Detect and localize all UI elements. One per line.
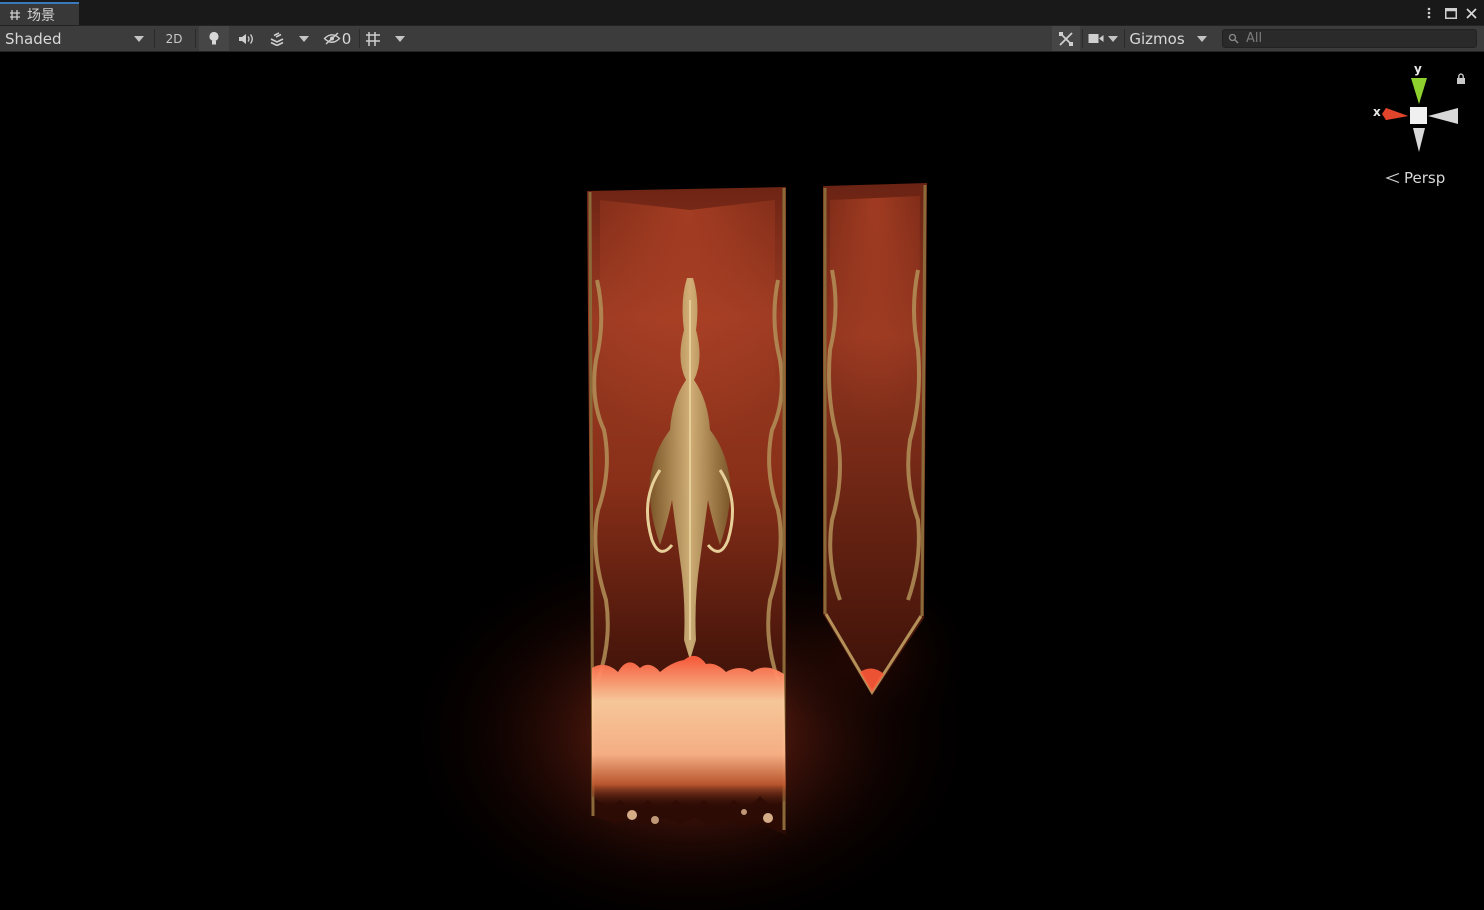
lightbulb-icon <box>209 31 219 45</box>
draw-mode-label: Shaded <box>5 29 62 48</box>
orientation-gizmo-graphic <box>1382 78 1458 152</box>
maximize-icon[interactable] <box>1443 4 1459 22</box>
projection-toggle[interactable]: Persp <box>1385 169 1445 187</box>
draw-mode-dropdown[interactable]: Shaded <box>0 26 150 51</box>
tab-bar: 场景 <box>0 0 1484 26</box>
tab-scene[interactable]: 场景 <box>0 2 79 25</box>
scene-viewport[interactable]: y x Persp <box>0 52 1484 910</box>
lock-icon[interactable] <box>1456 69 1468 84</box>
scene-search-field[interactable] <box>1222 29 1477 48</box>
scene-orientation-gizmo[interactable]: y x <box>1368 62 1468 162</box>
chevron-down-icon <box>1108 35 1118 42</box>
perspective-icon <box>1385 172 1400 184</box>
close-icon[interactable] <box>1463 4 1479 22</box>
projection-label: Persp <box>1404 169 1446 187</box>
search-icon <box>1228 33 1239 43</box>
gizmos-label: Gizmos <box>1129 29 1185 48</box>
scene-grid-icon <box>10 9 20 20</box>
effects-dropdown[interactable] <box>293 26 315 51</box>
visibility-off-icon <box>323 32 341 45</box>
banner-long-flame[interactable] <box>587 187 786 835</box>
axis-x-label[interactable]: x <box>1373 105 1381 119</box>
banner-pointed[interactable] <box>823 183 927 696</box>
tools-icon <box>1059 31 1073 46</box>
search-input[interactable] <box>1246 31 1466 46</box>
chevron-down-icon <box>299 35 309 42</box>
toggle-2d-label: 2D <box>165 31 183 46</box>
gizmos-dropdown[interactable] <box>1190 26 1214 51</box>
speaker-icon <box>239 33 253 44</box>
chevron-down-icon <box>134 36 144 42</box>
effects-layers-icon <box>270 31 284 46</box>
toggle-2d-button[interactable]: 2D <box>159 26 189 51</box>
chevron-down-icon <box>1197 35 1207 42</box>
chevron-down-icon <box>395 35 405 42</box>
axis-y-label[interactable]: y <box>1414 62 1422 76</box>
effects-toggle-button[interactable] <box>263 26 291 51</box>
scene-visibility-button[interactable]: 0 <box>318 26 356 51</box>
scene-render <box>390 183 990 910</box>
flame-effect <box>592 655 786 807</box>
tab-label: 场景 <box>27 7 55 24</box>
grid-dropdown[interactable] <box>389 26 411 51</box>
camera-settings-dropdown[interactable] <box>1084 26 1122 51</box>
gizmos-button[interactable]: Gizmos <box>1126 26 1188 51</box>
hidden-count: 0 <box>341 29 352 48</box>
audio-toggle-button[interactable] <box>231 26 261 51</box>
tools-button[interactable] <box>1052 26 1080 51</box>
camera-icon <box>1088 34 1104 43</box>
more-options-icon[interactable] <box>1422 4 1436 22</box>
grid-icon <box>366 31 380 46</box>
grid-toggle-button[interactable] <box>361 26 385 51</box>
lighting-toggle-button[interactable] <box>199 26 229 51</box>
